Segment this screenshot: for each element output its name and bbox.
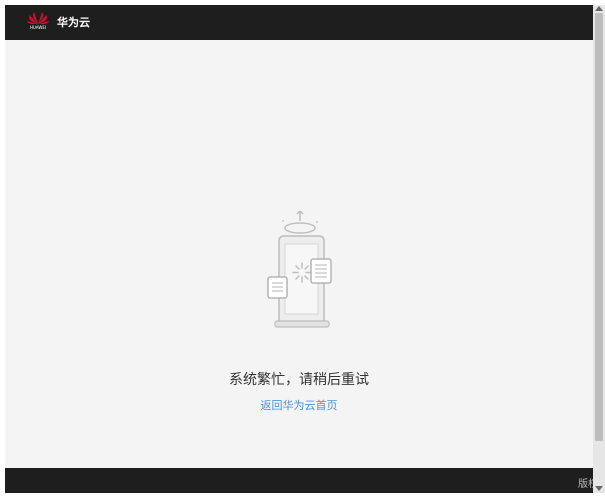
error-message: 系统繁忙，请稍后重试 <box>229 372 369 388</box>
footer-text: 版权 <box>578 479 593 490</box>
return-home-link[interactable]: 返回华为云首页 <box>5 397 593 413</box>
server-busy-illustration-icon <box>267 211 332 328</box>
huawei-logo-icon[interactable] <box>26 10 50 36</box>
top-navbar: HUAWEI 华为云 <box>5 5 593 40</box>
scroll-thumb[interactable] <box>595 13 603 441</box>
brand-name[interactable]: 华为云 <box>57 14 90 30</box>
scroll-up-icon[interactable] <box>595 6 603 11</box>
vertical-scrollbar[interactable] <box>593 5 605 493</box>
error-content: 系统繁忙，请稍后重试 返回华为云首页 <box>5 40 593 468</box>
page-frame: HUAWEI 华为云 系统繁忙，请稍后重试 返回华为云首页 版 <box>5 5 593 493</box>
scroll-down-icon[interactable] <box>595 486 603 491</box>
logo-text: HUAWEI <box>29 25 47 30</box>
footer-bar: 版权 <box>5 468 593 493</box>
